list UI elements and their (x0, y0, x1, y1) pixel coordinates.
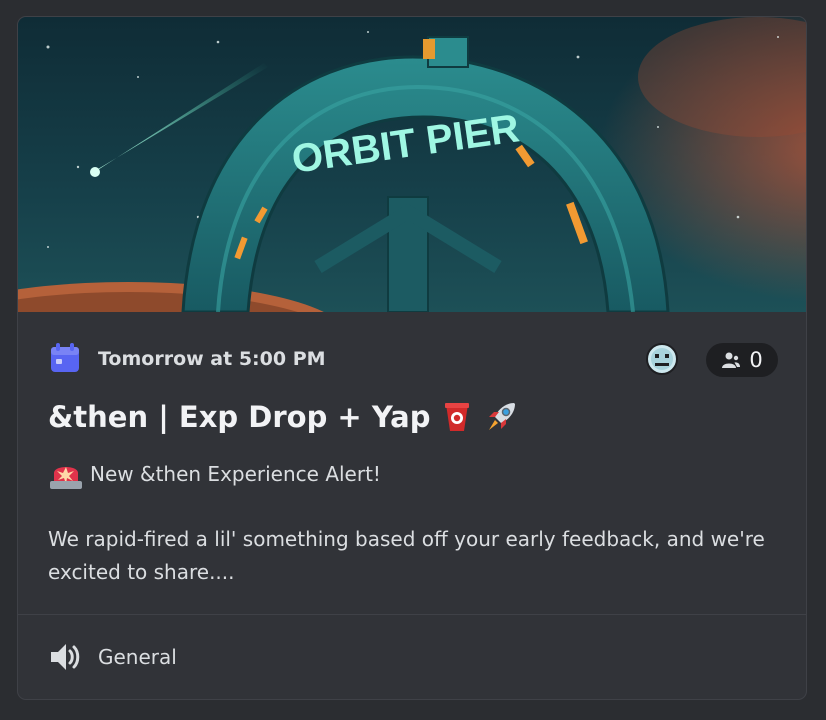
event-card[interactable]: ORBIT PIER Tomorrow at 5:00 PM 0 &then |… (17, 16, 807, 700)
event-start-time: Tomorrow at 5:00 PM (98, 348, 326, 370)
creator-avatar[interactable] (646, 343, 678, 375)
event-description-first-line: New &then Experience Alert! (48, 457, 381, 491)
event-title: &then | Exp Drop + Yap (48, 400, 431, 434)
event-title-row: &then | Exp Drop + Yap (48, 397, 518, 437)
calendar-icon (51, 343, 79, 372)
speaker-icon (51, 644, 80, 670)
siren-emoji (50, 467, 82, 489)
event-banner-image: ORBIT PIER (18, 17, 806, 312)
location-channel-name: General (98, 645, 177, 669)
event-location-row[interactable]: General (48, 637, 177, 677)
event-description-headline: New &then Experience Alert! (90, 462, 381, 486)
rocket-emoji (489, 403, 516, 430)
event-meta-row: Tomorrow at 5:00 PM 0 (48, 343, 778, 377)
event-description-body: We rapid-fired a lil' something based of… (48, 527, 765, 584)
card-divider (18, 614, 806, 615)
cup-emoji (445, 403, 470, 431)
person-icon (722, 352, 741, 368)
interested-count: 0 (749, 348, 763, 372)
interested-count-pill[interactable]: 0 (706, 343, 778, 377)
